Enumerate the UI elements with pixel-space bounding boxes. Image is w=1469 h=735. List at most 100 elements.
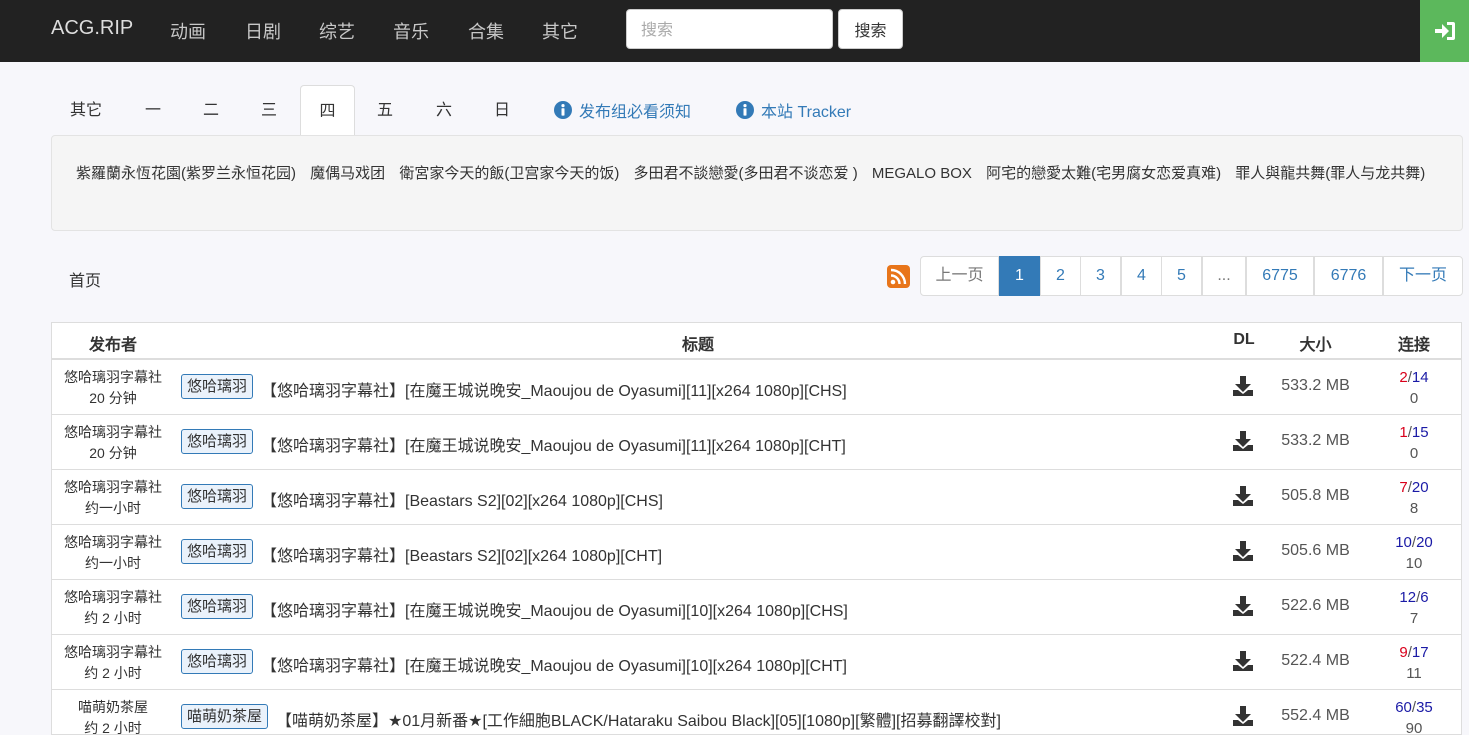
file-size: 505.8 MB: [1281, 487, 1350, 504]
publisher-name[interactable]: 悠哈璃羽字幕社: [52, 532, 174, 553]
tab-sunday[interactable]: 日: [475, 85, 529, 136]
torrent-title[interactable]: 【悠哈璃羽字幕社】[Beastars S2][02][x264 1080p][C…: [261, 542, 662, 566]
publish-time: 约一小时: [85, 500, 141, 516]
table-row: 悠哈璃羽字幕社约 2 小时 悠哈璃羽 【悠哈璃羽字幕社】[在魔王城说晚安_Maouj…: [52, 579, 1461, 634]
anime-link[interactable]: 衛宮家今天的飯(卫宫家今天的饭): [399, 165, 619, 182]
pagination-page-3[interactable]: 3: [1080, 256, 1121, 296]
publisher-tag[interactable]: 悠哈璃羽: [181, 649, 254, 674]
publish-time: 约 2 小时: [84, 610, 142, 626]
nav-link-other[interactable]: 其它: [542, 18, 578, 44]
brand-logo[interactable]: ACG.RIP: [51, 17, 133, 40]
completed-count: 90: [1405, 720, 1423, 735]
publisher-name[interactable]: 悠哈璃羽字幕社: [52, 422, 174, 443]
publisher-tag[interactable]: 悠哈璃羽: [181, 374, 254, 399]
file-size: 522.6 MB: [1281, 597, 1350, 614]
download-icon[interactable]: [1232, 430, 1254, 452]
search-button[interactable]: 搜索: [838, 9, 903, 49]
publisher-cell: 悠哈璃羽字幕社约一小时: [52, 532, 174, 574]
publisher-tag[interactable]: 悠哈璃羽: [181, 539, 254, 564]
file-size: 533.2 MB: [1281, 432, 1350, 449]
torrent-title[interactable]: 【喵萌奶茶屋】★01月新番★[工作細胞BLACK/Hataraku Saibou…: [276, 707, 1001, 731]
file-size: 533.2 MB: [1281, 377, 1350, 394]
tab-other[interactable]: 其它: [51, 85, 121, 136]
tab-wednesday[interactable]: 三: [242, 85, 296, 136]
seeders-count: 2: [1399, 369, 1408, 386]
pagination-prev[interactable]: 上一页: [920, 256, 999, 296]
seeders-count: 12: [1399, 589, 1417, 606]
tracker-label: 本站 Tracker: [761, 104, 852, 121]
publisher-name[interactable]: 悠哈璃羽字幕社: [52, 477, 174, 498]
search-input[interactable]: [626, 9, 833, 49]
tab-tuesday[interactable]: 二: [184, 85, 238, 136]
table-row: 悠哈璃羽字幕社 约一小时 悠哈璃羽 【悠哈璃羽字幕社】[Beastars S2][02…: [52, 524, 1461, 579]
download-icon[interactable]: [1232, 540, 1254, 562]
header-publisher: 发布者: [88, 337, 137, 354]
pagination-page-1[interactable]: 1: [999, 256, 1040, 296]
download-icon[interactable]: [1232, 375, 1254, 397]
nav-link-variety[interactable]: 综艺: [319, 18, 355, 44]
completed-count: 7: [1409, 610, 1419, 627]
anime-link[interactable]: 阿宅的戀愛太難(宅男腐女恋爱真难): [986, 165, 1221, 182]
breadcrumb-home[interactable]: 首页: [69, 267, 101, 291]
seeders-count: 1: [1399, 424, 1408, 441]
pagination-page-6775[interactable]: 6775: [1246, 256, 1314, 296]
tracker-link[interactable]: 本站 Tracker: [736, 98, 851, 122]
anime-link[interactable]: 罪人與龍共舞(罪人与龙共舞): [1235, 165, 1425, 182]
header-size: 大小: [1299, 337, 1332, 354]
torrent-title[interactable]: 【悠哈璃羽字幕社】[在魔王城说晚安_Maoujou de Oyasumi][11…: [261, 432, 846, 456]
table-row: 悠哈璃羽字幕社约 2 小时 悠哈璃羽 【悠哈璃羽字幕社】[在魔王城说晚安_Maouj…: [52, 634, 1461, 689]
nav-link-collection[interactable]: 合集: [468, 18, 504, 44]
anime-link[interactable]: MEGALO BOX: [872, 165, 972, 182]
header-title: 标题: [681, 337, 714, 354]
tab-thursday[interactable]: 四: [300, 85, 355, 136]
publisher-name[interactable]: 喵萌奶茶屋: [52, 697, 174, 718]
download-icon[interactable]: [1232, 485, 1254, 507]
tab-saturday[interactable]: 六: [417, 85, 471, 136]
nav-link-drama[interactable]: 日剧: [245, 18, 281, 44]
publisher-cell: 悠哈璃羽字幕社约 2 小时: [52, 587, 174, 629]
torrent-title[interactable]: 【悠哈璃羽字幕社】[在魔王城说晚安_Maoujou de Oyasumi][10…: [261, 597, 848, 621]
download-icon[interactable]: [1232, 650, 1254, 672]
seeders-count: 9: [1399, 644, 1408, 661]
anime-link[interactable]: 魔偶马戏团: [310, 165, 385, 182]
rss-icon[interactable]: [887, 265, 910, 288]
publisher-name[interactable]: 悠哈璃羽字幕社: [52, 587, 174, 608]
file-size: 505.6 MB: [1281, 542, 1350, 559]
publisher-tag[interactable]: 喵萌奶茶屋: [181, 704, 269, 729]
table-row: 悠哈璃羽字幕社约一小时 悠哈璃羽 【悠哈璃羽字幕社】[Beastars S2][02…: [52, 469, 1461, 524]
tab-friday[interactable]: 五: [358, 85, 412, 136]
publish-time: 约一小时: [85, 555, 141, 571]
anime-link[interactable]: 多田君不談戀愛(多田君不谈恋爱 ): [634, 165, 858, 182]
publisher-tag[interactable]: 悠哈璃羽: [181, 594, 254, 619]
anime-link[interactable]: 紫羅蘭永恆花園(紫罗兰永恒花园): [76, 165, 296, 182]
publish-time: 20 分钟: [89, 390, 137, 406]
peer-stats: 7/20 8: [1374, 477, 1454, 519]
torrent-table: 发布者 标题 DL 大小 连接 悠哈璃羽字幕社 20 分钟 悠哈璃羽 【悠哈璃羽字幕社…: [51, 322, 1462, 735]
nav-link-music[interactable]: 音乐: [393, 18, 429, 44]
peer-stats: 12/6 7: [1374, 587, 1454, 629]
download-icon[interactable]: [1232, 595, 1254, 617]
login-button[interactable]: [1420, 0, 1469, 62]
publisher-name[interactable]: 悠哈璃羽字幕社: [52, 367, 174, 388]
torrent-title[interactable]: 【悠哈璃羽字幕社】[在魔王城说晚安_Maoujou de Oyasumi][10…: [261, 652, 847, 676]
seeders-count: 60: [1395, 699, 1412, 716]
nav-link-anime[interactable]: 动画: [170, 18, 206, 44]
pagination-page-2[interactable]: 2: [1040, 256, 1081, 296]
publisher-tag[interactable]: 悠哈璃羽: [181, 429, 254, 454]
anime-list: 紫羅蘭永恆花園(紫罗兰永恒花园) 魔偶马戏团 衛宮家今天的飯(卫宫家今天的饭) …: [51, 135, 1463, 231]
publisher-rules-link[interactable]: 发布组必看须知: [554, 98, 691, 122]
pagination-page-5[interactable]: 5: [1161, 256, 1202, 296]
peer-stats: 9/17 11: [1374, 642, 1454, 684]
tab-monday[interactable]: 一: [126, 85, 180, 136]
torrent-title[interactable]: 【悠哈璃羽字幕社】[Beastars S2][02][x264 1080p][C…: [261, 487, 663, 511]
pagination-page-4[interactable]: 4: [1121, 256, 1162, 296]
torrent-title[interactable]: 【悠哈璃羽字幕社】[在魔王城说晚安_Maoujou de Oyasumi][11…: [261, 377, 847, 401]
leechers-count: 15: [1411, 424, 1429, 441]
pagination-page-6776[interactable]: 6776: [1314, 256, 1383, 296]
download-icon[interactable]: [1232, 705, 1254, 727]
publisher-tag[interactable]: 悠哈璃羽: [181, 484, 254, 509]
info-icon: [736, 101, 754, 119]
publisher-name[interactable]: 悠哈璃羽字幕社: [52, 642, 174, 663]
completed-count: 10: [1405, 555, 1423, 572]
pagination-next[interactable]: 下一页: [1383, 256, 1463, 296]
